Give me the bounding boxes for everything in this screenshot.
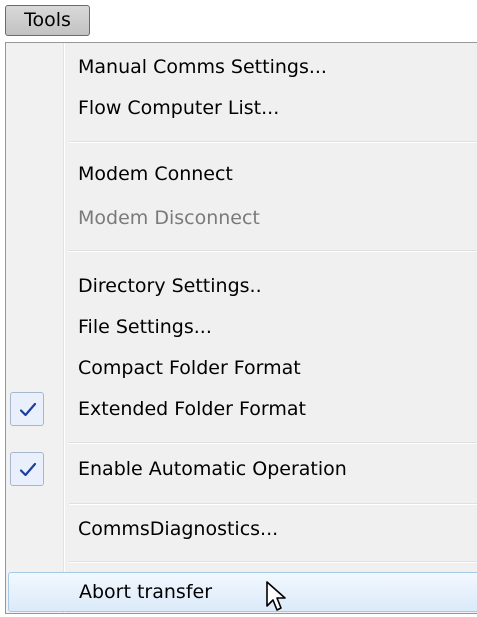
menu-item-label: Directory Settings.. <box>78 275 262 297</box>
checkmark-icon <box>19 462 37 477</box>
menu-item-modem-connect[interactable]: Modem Connect <box>6 154 477 194</box>
menu-item-label: Flow Computer List... <box>78 97 280 119</box>
menu-item-label: File Settings... <box>78 316 212 338</box>
menu-separator <box>69 561 477 563</box>
menu-item-flow-computer-list[interactable]: Flow Computer List... <box>6 88 477 128</box>
checkmark-box <box>10 392 44 426</box>
mouse-pointer-icon <box>266 581 286 611</box>
menu-tools[interactable]: Tools <box>5 5 90 36</box>
menu-item-file-settings[interactable]: File Settings... <box>6 307 477 347</box>
menu-item-label: CommsDiagnostics... <box>78 518 279 540</box>
screen: Tools Manual Comms Settings... Flow Comp… <box>0 0 477 617</box>
menu-item-enable-automatic-operation[interactable]: Enable Automatic Operation <box>6 449 477 489</box>
menu-item-comms-diagnostics[interactable]: CommsDiagnostics... <box>6 509 477 549</box>
menu-item-manual-comms-settings[interactable]: Manual Comms Settings... <box>6 47 477 87</box>
menu-separator <box>69 442 477 444</box>
menu-item-modem-disconnect: Modem Disconnect <box>6 198 477 238</box>
menu-item-directory-settings[interactable]: Directory Settings.. <box>6 266 477 306</box>
checkmark-box <box>10 452 44 486</box>
menu-separator <box>69 250 477 252</box>
menu-item-label: Manual Comms Settings... <box>78 56 327 78</box>
menu-item-compact-folder-format[interactable]: Compact Folder Format <box>6 348 477 388</box>
menu-item-label: Extended Folder Format <box>78 398 306 420</box>
menu-item-label: Compact Folder Format <box>78 357 301 379</box>
menu-item-abort-transfer[interactable]: Abort transfer <box>8 572 477 612</box>
menu-item-label: Abort transfer <box>79 581 213 603</box>
menu-separator <box>69 141 477 143</box>
menu-item-label: Modem Disconnect <box>78 207 260 229</box>
menu-item-label: Enable Automatic Operation <box>78 458 347 480</box>
menu-item-label: Modem Connect <box>78 163 233 185</box>
menu-separator <box>69 503 477 505</box>
checkmark-icon <box>19 402 37 417</box>
menu-item-extended-folder-format[interactable]: Extended Folder Format <box>6 389 477 429</box>
tools-dropdown-menu: Manual Comms Settings... Flow Computer L… <box>5 42 477 614</box>
